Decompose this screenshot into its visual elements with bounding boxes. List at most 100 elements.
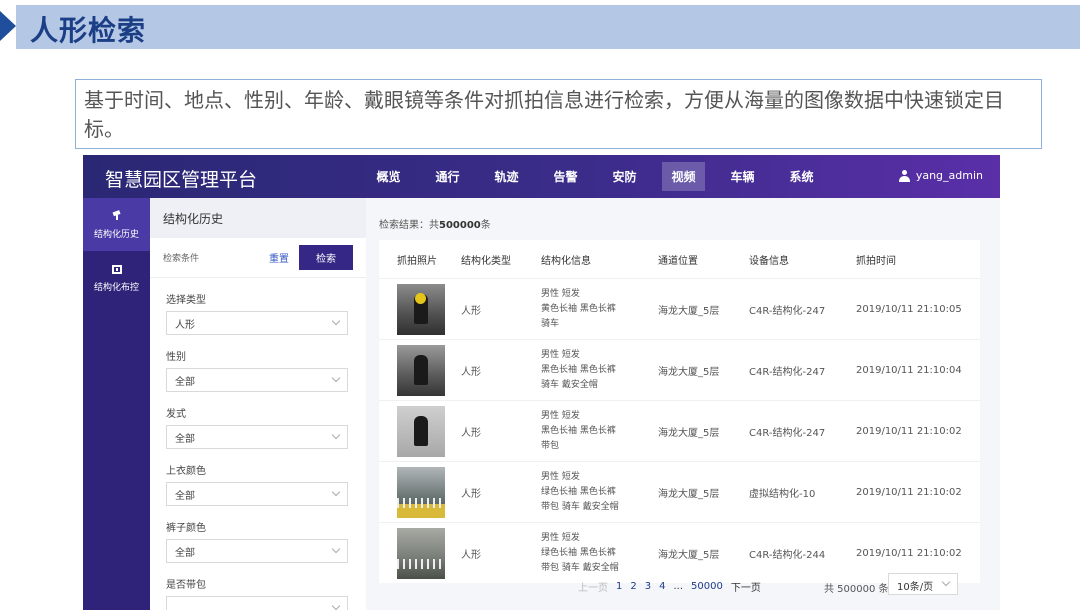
page-last[interactable]: 50000 [691,581,723,592]
filter-actions: 检索条件 重置 检索 [150,238,366,278]
capture-photo[interactable] [397,466,445,518]
panel-title: 结构化历史 [150,198,366,238]
page-3[interactable]: 3 [645,581,651,592]
row-info: 男性 短发 绿色长袖 黑色长裤 带包 骑车 戴安全帽 [541,471,619,512]
row-type: 人形 [461,305,481,317]
row-time: 2019/10/11 21:10:02 [856,486,962,498]
reset-link[interactable]: 重置 [269,250,289,265]
capture-photo[interactable] [397,344,445,396]
row-location: 海龙大厦_5层 [658,549,720,561]
table-row[interactable]: 人形 男性 短发 黑色长袖 黑色长裤 骑车 戴安全帽 海龙大厦_5层 C4R-结构化… [379,339,980,400]
row-info: 男性 短发 绿色长袖 黑色长裤 带包 骑车 戴安全帽 [541,532,619,573]
slide-header: 人形检索 [0,0,1080,52]
column-header: 结构化信息 [541,255,591,267]
row-type: 人形 [461,549,481,561]
description-box: 基于时间、地点、性别、年龄、戴眼镜等条件对抓拍信息进行检索，方便从海量的图像数据… [75,79,1042,149]
column-header: 通道位置 [658,255,698,267]
row-location: 海龙大厦_5层 [658,366,720,378]
field-type: 选择类型 人形 [150,291,366,335]
chevron-down-icon [331,373,341,383]
search-button[interactable]: 检索 [299,245,353,270]
chevron-down-icon [331,316,341,326]
page-1[interactable]: 1 [616,581,622,592]
field-top-color: 上衣颜色 全部 [150,462,366,506]
field-label: 选择类型 [166,295,206,306]
row-time: 2019/10/11 21:10:04 [856,364,962,376]
nav-overview[interactable]: 概览 [359,155,418,198]
bag-select[interactable] [166,596,348,610]
nav-security[interactable]: 安防 [595,155,654,198]
app-window: 智慧园区管理平台 概览 通行 轨迹 告警 安防 视频 车辆 系统 yang_ad… [83,155,1000,610]
row-device: C4R-结构化-244 [749,549,826,561]
page-2[interactable]: 2 [630,581,636,592]
user-menu[interactable]: yang_admin [898,169,983,182]
calendar-icon [111,264,122,274]
pagination: 上一页 1 2 3 4 ... 50000 下一页 [578,579,769,594]
capture-photo[interactable] [397,405,445,457]
column-header: 结构化类型 [461,255,511,267]
title-band [16,5,1080,49]
row-info: 男性 短发 黑色长袖 黑色长裤 带包 [541,410,616,451]
results-count: 检索结果：共500000条 [379,220,491,231]
field-label: 是否带包 [166,580,206,591]
sidebar: 结构化历史 结构化布控 [83,198,150,610]
capture-photo[interactable] [397,527,445,579]
row-info: 男性 短发 黄色长袖 黑色长裤 骑车 [541,288,616,329]
top-navbar: 智慧园区管理平台 概览 通行 轨迹 告警 安防 视频 车辆 系统 yang_ad… [83,155,1000,198]
row-location: 海龙大厦_5层 [658,305,720,317]
camera-icon [112,209,121,220]
page-4[interactable]: 4 [659,581,665,592]
field-label: 上衣颜色 [166,466,206,477]
table-row[interactable]: 人形 男性 短发 黄色长袖 黑色长裤 骑车 海龙大厦_5层 C4R-结构化-247 … [379,278,980,339]
chevron-down-icon [331,601,341,610]
nav-track[interactable]: 轨迹 [477,155,536,198]
prev-page-button[interactable]: 上一页 [578,579,608,594]
row-location: 海龙大厦_5层 [658,488,720,500]
gender-select[interactable]: 全部 [166,368,348,392]
slide-title: 人形检索 [30,14,147,47]
page-ellipsis: ... [673,581,684,592]
field-label: 性别 [166,352,186,363]
nav-vehicle[interactable]: 车辆 [713,155,772,198]
description-text: 基于时间、地点、性别、年龄、戴眼镜等条件对抓拍信息进行检索，方便从海量的图像数据… [84,88,1004,141]
field-label: 裤子颜色 [166,523,206,534]
row-device: C4R-结构化-247 [749,427,826,439]
column-header: 设备信息 [749,255,789,267]
nav-video[interactable]: 视频 [654,155,713,198]
type-select[interactable]: 人形 [166,311,348,335]
page-size-select[interactable]: 10条/页 [888,573,958,595]
top-color-select[interactable]: 全部 [166,482,348,506]
total-count: 共 500000 条 [824,584,889,595]
column-header: 抓拍照片 [397,255,437,267]
user-icon [898,169,910,182]
row-device: 虚拟结构化-10 [749,488,816,500]
row-time: 2019/10/11 21:10:02 [856,425,962,437]
row-info: 男性 短发 黑色长袖 黑色长裤 骑车 戴安全帽 [541,349,616,390]
field-label: 发式 [166,409,186,420]
nav-system[interactable]: 系统 [772,155,831,198]
row-device: C4R-结构化-247 [749,305,826,317]
row-time: 2019/10/11 21:10:02 [856,547,962,559]
results-panel: 检索结果：共500000条 抓拍照片 结构化类型 结构化信息 通道位置 设备信息… [366,198,1000,610]
conditions-label: 检索条件 [163,254,200,264]
next-page-button[interactable]: 下一页 [731,579,761,594]
main-nav: 概览 通行 轨迹 告警 安防 视频 车辆 系统 [359,155,831,198]
table-row[interactable]: 人形 男性 短发 黑色长袖 黑色长裤 带包 海龙大厦_5层 C4R-结构化-247 … [379,400,980,461]
capture-photo[interactable] [397,283,445,335]
nav-alarm[interactable]: 告警 [536,155,595,198]
chevron-down-icon [331,487,341,497]
nav-access[interactable]: 通行 [418,155,477,198]
filter-panel: 结构化历史 检索条件 重置 检索 选择类型 人形 性别 全部 发式 全部 上衣颜… [150,198,366,610]
chevron-down-icon [941,577,951,587]
pants-color-select[interactable]: 全部 [166,539,348,563]
table-row[interactable]: 人形 男性 短发 绿色长袖 黑色长裤 带包 骑车 戴安全帽 海龙大厦_5层 虚拟结构… [379,461,980,522]
sidebar-item-label: 结构化布控 [93,282,139,293]
field-bag: 是否带包 [150,576,366,610]
row-location: 海龙大厦_5层 [658,427,720,439]
row-type: 人形 [461,488,481,500]
sidebar-item-structured-history[interactable]: 结构化历史 [83,198,150,251]
field-hairstyle: 发式 全部 [150,405,366,449]
hairstyle-select[interactable]: 全部 [166,425,348,449]
chevron-down-icon [331,430,341,440]
sidebar-item-structured-control[interactable]: 结构化布控 [83,251,150,304]
